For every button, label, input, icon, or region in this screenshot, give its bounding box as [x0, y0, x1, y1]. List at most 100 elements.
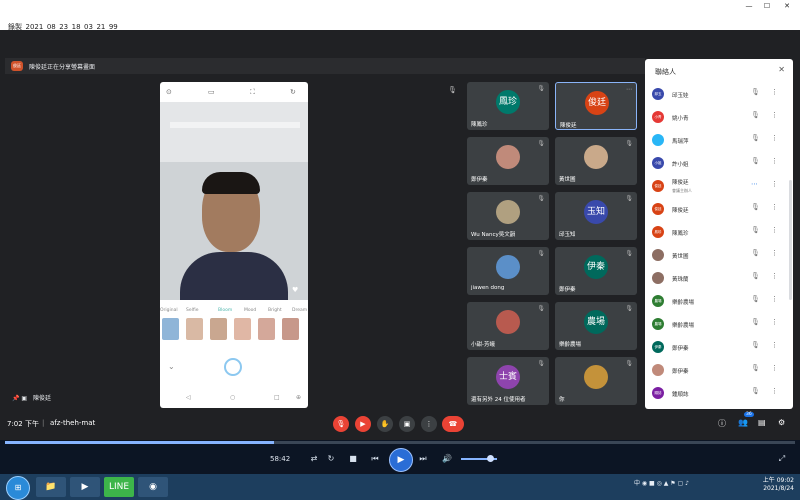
settings-icon[interactable]: ⊙	[166, 88, 172, 96]
filter-thumbnail[interactable]	[234, 318, 251, 340]
seek-bar-fill	[5, 441, 274, 444]
recents-icon[interactable]: □	[274, 394, 280, 401]
people-list-item[interactable]: 邱玉 邱玉娃 🎙 ⋮	[645, 83, 793, 106]
people-list-item[interactable]: 馬瑞萍 🎙 ⋮	[645, 129, 793, 152]
next-button[interactable]: ⏭	[416, 452, 430, 466]
person-more-button[interactable]: ⋮	[771, 134, 778, 142]
filter-thumbnail[interactable]	[258, 318, 275, 340]
aspect-ratio-icon[interactable]: ▭	[208, 88, 215, 96]
stop-button[interactable]: ■	[346, 452, 360, 466]
participant-tile[interactable]: 俊廷 陳俊廷 ⋯	[555, 82, 637, 130]
person-more-button[interactable]: ⋮	[771, 111, 778, 119]
person-more-button[interactable]: ⋮	[771, 318, 778, 326]
people-list-item[interactable]: 小姐 許小姐 🎙 ⋮	[645, 152, 793, 175]
previous-button[interactable]: ⏮	[368, 452, 382, 466]
panel-scrollbar[interactable]	[789, 180, 792, 300]
people-list-item[interactable]: 小青 姚小青 🎙 ⋮	[645, 106, 793, 129]
focus-icon[interactable]: ⛶	[250, 88, 255, 97]
fullscreen-icon[interactable]: ⤢	[775, 452, 789, 466]
people-list-item[interactable]: 農場 樂齡農場 🎙 ⋮	[645, 313, 793, 336]
end-call-button[interactable]: ☎	[442, 416, 464, 432]
people-list-item[interactable]: 黃珠蘭 🎙 ⋮	[645, 267, 793, 290]
person-more-button[interactable]: ⋮	[771, 249, 778, 257]
filter-tab[interactable]: Dream	[292, 308, 307, 313]
filter-tab[interactable]: Original	[160, 308, 178, 313]
participant-tile[interactable]: Wu Nancy吳文韻 🎙	[467, 192, 549, 240]
participant-tile[interactable]: 鄭伊秦 🎙	[467, 137, 549, 185]
more-options-button[interactable]: ⋮	[421, 416, 437, 432]
person-more-button[interactable]: ⋮	[771, 295, 778, 303]
participant-tile[interactable]: 伊秦 鄭伊秦 🎙	[555, 247, 637, 295]
filter-tab[interactable]: Bright	[268, 308, 282, 313]
home-icon[interactable]: ○	[230, 394, 235, 401]
participant-tile[interactable]: 小甜-芳蛾 🎙	[467, 302, 549, 350]
participant-tile[interactable]: 農場 樂齡農場 🎙	[555, 302, 637, 350]
file-explorer-icon[interactable]: 📁	[36, 477, 66, 497]
person-more-button[interactable]: ⋮	[771, 157, 778, 165]
person-more-button[interactable]: ⋮	[771, 203, 778, 211]
person-more-button[interactable]: ⋮	[771, 341, 778, 349]
filter-thumbnail[interactable]	[210, 318, 227, 340]
person-more-button[interactable]: ⋮	[771, 88, 778, 96]
close-panel-button[interactable]: ✕	[778, 65, 785, 74]
filter-tab-selected[interactable]: Bloom	[218, 308, 232, 313]
minimize-button[interactable]: —	[742, 2, 756, 11]
system-tray[interactable]: 中 ◉ ■ ◎ ▲ ⚑ ▢ ♪	[634, 478, 689, 487]
shuffle-icon[interactable]: ⇄	[307, 452, 321, 466]
person-more-button[interactable]: ⋮	[771, 364, 778, 372]
raise-hand-button[interactable]: ✋	[377, 416, 393, 432]
participant-tile[interactable]: 你 🎙	[555, 357, 637, 405]
media-player-icon[interactable]: ▶	[70, 477, 100, 497]
shutter-button[interactable]	[224, 358, 242, 376]
people-list-item[interactable]: 順誌 鍾順誌 🎙 ⋮	[645, 382, 793, 405]
start-button[interactable]: ⊞	[6, 476, 30, 500]
people-list-item[interactable]: 鄭伊秦 🎙 ⋮	[645, 359, 793, 382]
chevron-down-icon[interactable]: ⌄	[168, 362, 175, 371]
maximize-button[interactable]: ☐	[760, 2, 774, 11]
person-more-button[interactable]: ⋮	[771, 180, 778, 188]
volume-icon[interactable]: 🔊	[440, 452, 454, 466]
switch-camera-icon[interactable]: ↻	[290, 88, 296, 96]
person-more-button[interactable]: ⋮	[771, 272, 778, 280]
people-list-item[interactable]: 農場 樂齡農場 🎙 ⋮	[645, 290, 793, 313]
participant-tile[interactable]: 士賓 還有另外 24 位使用者 🎙	[467, 357, 549, 405]
people-list-item[interactable]: 黃世圖 🎙 ⋮	[645, 244, 793, 267]
mic-off-icon: 🎙	[537, 250, 545, 257]
chrome-icon[interactable]: ◉	[138, 477, 168, 497]
volume-knob[interactable]	[486, 455, 494, 462]
camera-toggle-button[interactable]: ▶	[355, 416, 371, 432]
participant-tile[interactable]: jiawen dong 🎙	[467, 247, 549, 295]
activities-icon[interactable]: ⚙	[778, 418, 785, 427]
filter-tab[interactable]: Selfie	[186, 308, 198, 313]
more-icon[interactable]: ⋯	[626, 86, 632, 93]
play-button[interactable]: ▶	[389, 448, 413, 472]
people-list-item[interactable]: 俊廷 陳俊廷 🎙 ⋮	[645, 198, 793, 221]
repeat-icon[interactable]: ↻	[324, 452, 338, 466]
filter-thumbnail[interactable]	[186, 318, 203, 340]
heart-icon[interactable]: ♥	[292, 286, 298, 294]
line-app-icon[interactable]: LINE	[104, 477, 134, 497]
participant-tile[interactable]: 玉知 邱玉知 🎙	[555, 192, 637, 240]
participant-tile[interactable]: 鳳珍 陳鳳珍 🎙	[467, 82, 549, 130]
close-window-button[interactable]: ✕	[780, 2, 794, 11]
people-list-item[interactable]: 伊秦 鄭伊秦 🎙 ⋮	[645, 336, 793, 359]
pin-icon[interactable]: 📌 ▣	[12, 395, 27, 402]
volume-slider[interactable]	[461, 455, 497, 462]
participant-tile[interactable]: 黃世圖 🎙	[555, 137, 637, 185]
filter-thumbnail[interactable]	[282, 318, 299, 340]
seek-bar[interactable]	[5, 441, 795, 444]
person-more-button[interactable]: ⋮	[771, 226, 778, 234]
people-list-item[interactable]: 俊廷 陳俊廷 會議主辦人 ⋯ ⋮	[645, 175, 793, 198]
mic-toggle-button[interactable]: 🎙	[333, 416, 349, 432]
info-icon[interactable]: ⓘ	[718, 418, 726, 429]
present-button[interactable]: ▣	[399, 416, 415, 432]
taskbar-clock[interactable]: 上午 09:02 2021/8/24	[748, 477, 794, 493]
back-icon[interactable]: ◁	[186, 394, 191, 401]
filter-tab[interactable]: Mood	[244, 308, 256, 313]
accessibility-icon[interactable]: ⊕	[296, 394, 301, 401]
chat-icon[interactable]: ▤	[758, 418, 766, 427]
person-more-button[interactable]: ⋮	[771, 387, 778, 395]
people-list-item[interactable]: 鳳珍 陳鳳珍 🎙 ⋮	[645, 221, 793, 244]
filter-thumbnail[interactable]	[162, 318, 179, 340]
people-icon[interactable]: 👥	[738, 418, 748, 427]
